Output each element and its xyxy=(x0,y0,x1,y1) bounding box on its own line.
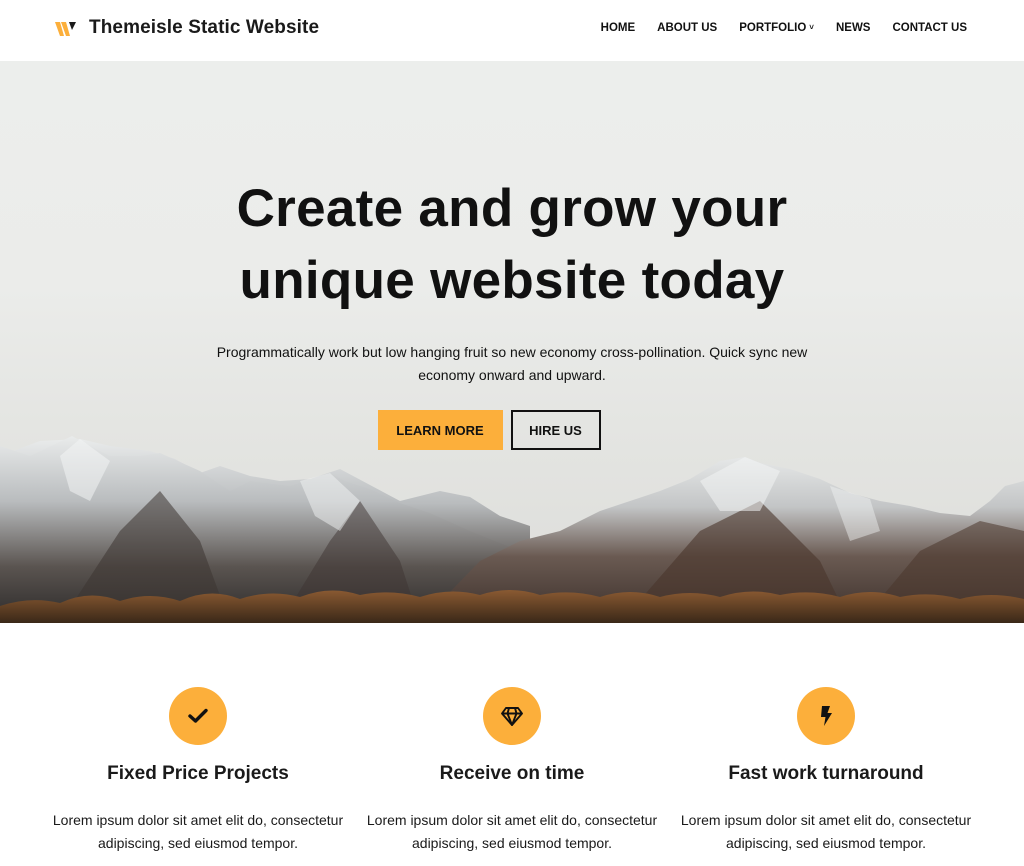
site-logo[interactable] xyxy=(55,19,81,39)
feature-text: Lorem ipsum dolor sit amet elit do, cons… xyxy=(680,812,972,851)
themeisle-logo-icon xyxy=(55,22,76,36)
hire-us-button[interactable]: HIRE US xyxy=(510,410,601,450)
feature-title: Receive on time xyxy=(439,763,585,784)
feature-title: Fast work turnaround xyxy=(728,763,924,784)
hero-title-line2: unique website today xyxy=(239,251,785,310)
chevron-down-icon: ˅ xyxy=(809,22,814,32)
features-section: Fixed Price Projects Lorem ipsum dolor s… xyxy=(0,623,1024,866)
main-nav: HOME ABOUT US PORTFOLIO ˅ NEWS CONTACT US xyxy=(579,22,967,34)
feature-icon-circle xyxy=(483,687,541,745)
lightning-bolt-icon xyxy=(821,706,832,726)
site-title[interactable]: Themeisle Static Website xyxy=(89,17,319,39)
nav-portfolio[interactable]: PORTFOLIO ˅ xyxy=(739,22,814,34)
feature-text: Lorem ipsum dolor sit amet elit do, cons… xyxy=(52,812,344,851)
learn-more-button[interactable]: LEARN MORE xyxy=(377,410,503,450)
nav-home[interactable]: HOME xyxy=(601,22,636,34)
nav-news[interactable]: NEWS xyxy=(836,22,871,34)
nav-contact-us-label: CONTACT US xyxy=(892,22,967,34)
feature-card: Fast work turnaround Lorem ipsum dolor s… xyxy=(669,687,983,855)
hero-subtitle: Programmatically work but low hanging fr… xyxy=(216,344,808,383)
hero-title-line1: Create and grow your xyxy=(236,179,788,238)
feature-title: Fixed Price Projects xyxy=(107,763,289,784)
nav-contact-us[interactable]: CONTACT US xyxy=(892,22,967,34)
feature-card: Fixed Price Projects Lorem ipsum dolor s… xyxy=(41,687,355,855)
nav-portfolio-label: PORTFOLIO xyxy=(739,22,807,34)
nav-news-label: NEWS xyxy=(835,22,871,34)
hero-section: Create and grow your unique website toda… xyxy=(0,61,1024,623)
hero-title: Create and grow your unique website toda… xyxy=(0,173,1024,317)
nav-about-us-label: ABOUT US xyxy=(657,22,718,34)
feature-icon-circle xyxy=(797,687,855,745)
feature-card: Receive on time Lorem ipsum dolor sit am… xyxy=(355,687,669,855)
nav-about-us[interactable]: ABOUT US xyxy=(657,22,717,34)
hero-buttons: LEARN MORE HIRE US xyxy=(0,410,1024,450)
feature-icon-circle xyxy=(169,687,227,745)
feature-text: Lorem ipsum dolor sit amet elit do, cons… xyxy=(366,812,658,851)
checkmark-icon xyxy=(188,708,208,723)
nav-home-label: HOME xyxy=(600,22,636,34)
site-header: Themeisle Static Website HOME ABOUT US P… xyxy=(0,0,1024,61)
diamond-icon xyxy=(501,707,523,726)
